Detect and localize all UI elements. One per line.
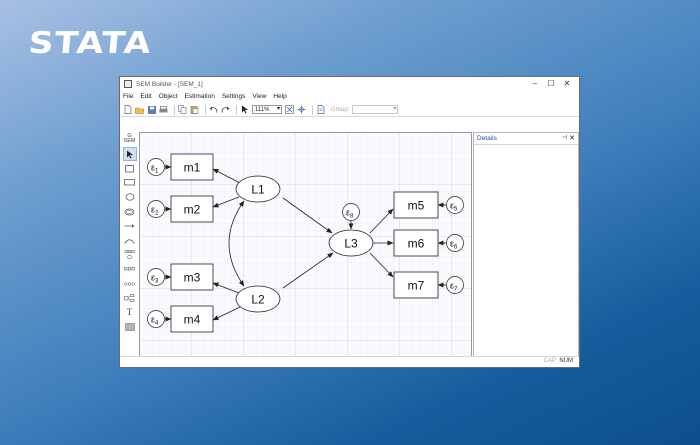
latent-L3-label: L3 <box>344 237 358 251</box>
toolbar: 111% Group: <box>120 103 579 117</box>
observed-m6-label: m6 <box>408 237 425 251</box>
menu-object[interactable]: Object <box>159 92 178 102</box>
tool-strip: G SEM T <box>120 131 139 353</box>
latent-variable-wide-tool-icon[interactable] <box>123 205 137 219</box>
redo-icon[interactable] <box>221 105 230 114</box>
zoom-select[interactable]: 111% <box>252 105 282 114</box>
multilevel-component-tool-icon[interactable] <box>123 291 137 305</box>
print-icon[interactable] <box>159 105 168 114</box>
latent-L1-label: L1 <box>251 183 265 197</box>
observed-m3-label: m3 <box>184 271 201 285</box>
measurement-component-tool-icon[interactable] <box>123 248 137 262</box>
gsem-toggle[interactable]: G SEM <box>123 131 137 147</box>
menu-edit[interactable]: Edit <box>140 92 151 102</box>
fit-to-window-icon[interactable] <box>285 105 294 114</box>
text-tool-icon[interactable]: T <box>123 305 137 319</box>
toolbar-separator <box>312 104 313 115</box>
align-icon[interactable] <box>297 105 306 114</box>
caps-lock-indicator: CAP <box>543 358 556 364</box>
group-label: Group: <box>331 106 350 113</box>
latent-L2-label: L2 <box>251 293 265 307</box>
menu-bar: File Edit Object Estimation Settings Vie… <box>120 92 294 102</box>
gsem-toggle-sem: SEM <box>123 138 136 144</box>
observed-m4-label: m4 <box>184 313 201 327</box>
observed-variable-wide-tool-icon[interactable] <box>123 176 137 190</box>
area-tool-icon[interactable] <box>123 320 137 334</box>
stata-logo: STATA <box>27 26 154 61</box>
num-lock-indicator: NUM <box>559 358 573 364</box>
app-icon <box>124 80 132 88</box>
details-header: Details ⊣ ✕ <box>474 133 578 145</box>
status-bar: CAP NUM <box>120 356 579 367</box>
covariance-tool-icon[interactable] <box>123 233 137 247</box>
diagram-canvas[interactable]: m1 m2 m3 m4 m5 m6 m7 L1 L2 L3 ε1 ε2 ε3 ε… <box>139 132 472 357</box>
sem-builder-window: SEM Builder - [SEM_1] – ☐ ✕ File Edit Ob… <box>119 76 580 368</box>
new-file-icon[interactable] <box>123 105 132 114</box>
minimize-button[interactable]: – <box>527 78 543 90</box>
undo-icon[interactable] <box>209 105 218 114</box>
toolbar-separator <box>236 104 237 115</box>
group-select[interactable] <box>352 105 399 114</box>
pin-icon[interactable]: ⊣ <box>562 134 567 141</box>
observed-m5-label: m5 <box>408 199 425 213</box>
regression-component-tool-icon[interactable] <box>123 262 137 276</box>
menu-settings[interactable]: Settings <box>222 92 246 102</box>
observed-m7-label: m7 <box>408 279 425 293</box>
title-bar: SEM Builder - [SEM_1] – ☐ ✕ <box>120 77 579 91</box>
observed-m2-label: m2 <box>184 203 201 217</box>
details-close-icon[interactable]: ✕ <box>569 134 575 142</box>
toolbar-separator <box>205 104 206 115</box>
menu-file[interactable]: File <box>123 92 133 102</box>
sem-diagram: m1 m2 m3 m4 m5 m6 m7 L1 L2 L3 ε1 ε2 ε3 ε… <box>140 133 471 356</box>
select-tool-icon[interactable] <box>122 147 137 162</box>
menu-view[interactable]: View <box>252 92 266 102</box>
toolbar-separator <box>174 104 175 115</box>
close-button[interactable]: ✕ <box>559 78 575 90</box>
details-title: Details <box>477 135 497 142</box>
save-icon[interactable] <box>147 105 156 114</box>
copy-icon[interactable] <box>178 105 187 114</box>
latent-regression-tool-icon[interactable] <box>123 277 137 291</box>
menu-help[interactable]: Help <box>273 92 286 102</box>
path-tool-icon[interactable] <box>123 219 137 233</box>
menu-estimation[interactable]: Estimation <box>184 92 214 102</box>
window-title: SEM Builder - [SEM_1] <box>136 80 203 88</box>
details-panel: Details ⊣ ✕ <box>473 132 579 357</box>
open-folder-icon[interactable] <box>135 105 144 114</box>
latent-variable-tool-icon[interactable] <box>123 190 137 204</box>
maximize-button[interactable]: ☐ <box>543 78 559 90</box>
paste-icon[interactable] <box>190 105 199 114</box>
observed-variable-tool-icon[interactable] <box>123 161 137 175</box>
observed-m1-label: m1 <box>184 161 201 175</box>
properties-icon[interactable] <box>316 105 325 114</box>
pointer-icon[interactable] <box>240 105 249 114</box>
